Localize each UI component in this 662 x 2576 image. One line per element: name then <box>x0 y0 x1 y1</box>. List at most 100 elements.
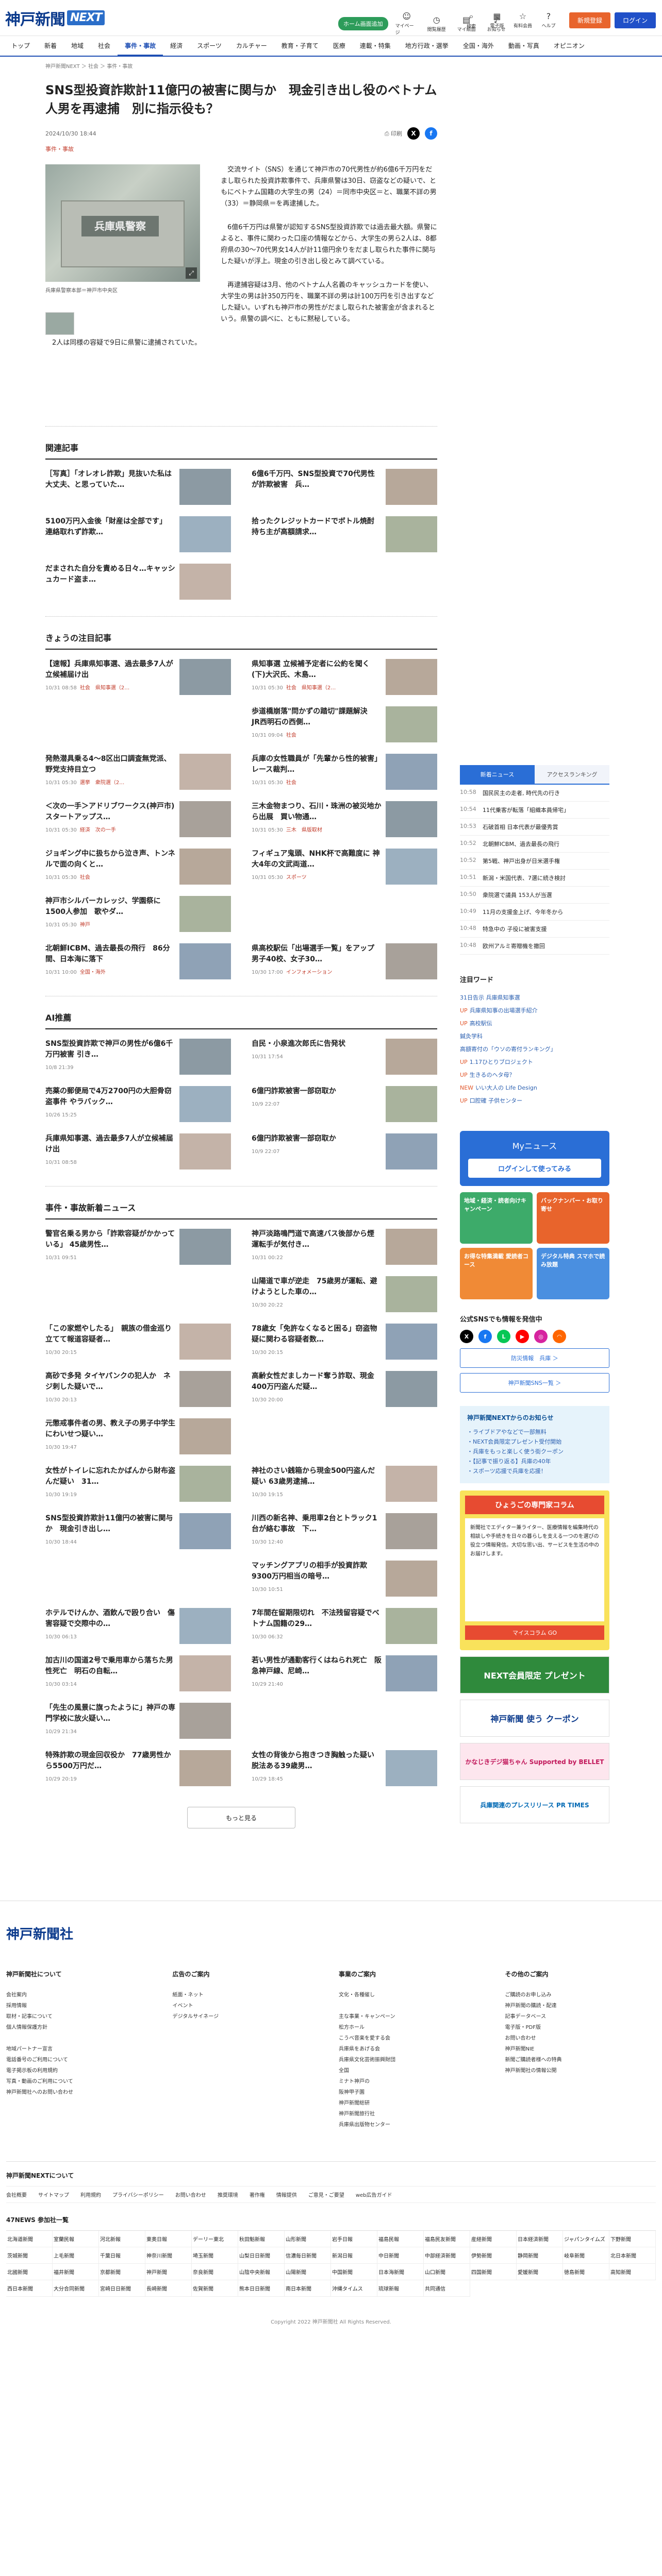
news-title[interactable]: 若い男性が通勤客行くはねられ死亡 阪急神戸線、尼崎… 10/29 21:40 <box>252 1655 382 1693</box>
news-item[interactable]: 三木金物まつり、石川・珠洲の被災地から出展 買い物通… 10/31 05:30 三木… <box>252 801 437 839</box>
footer-link[interactable]: 電話番号のご利用について <box>6 2055 157 2065</box>
photo-image[interactable]: 兵庫県警察 ⤢ <box>45 164 200 282</box>
keyword-item[interactable]: NEW いい大人の Life Design <box>460 1081 609 1094</box>
footer-link[interactable]: 神戸新聞NIE <box>505 2044 656 2055</box>
nav-item[interactable]: 地域 <box>64 36 91 56</box>
news-thumbnail[interactable] <box>386 801 437 837</box>
footer-link[interactable]: 神戸新聞社へのお問い合わせ <box>6 2087 157 2098</box>
news-item[interactable]: 高齢女性だましカード奪う詐取、現金400万円盗んだ疑… 10/30 20:00 <box>252 1371 437 1409</box>
news-thumbnail[interactable] <box>386 1324 437 1360</box>
tile-backnumber[interactable]: バックナンバー・お取り寄せ <box>537 1192 609 1244</box>
footer-link[interactable]: 兵庫県出版物センター <box>339 2120 490 2130</box>
news-thumbnail[interactable] <box>179 1039 231 1075</box>
news47-link[interactable]: 京都新聞 <box>99 2264 145 2280</box>
footer-nav-link[interactable]: お問い合わせ <box>175 2191 206 2198</box>
footer-link[interactable]: 電子版・PDF版 <box>505 2022 656 2033</box>
news-title[interactable]: 県高校駅伝「出場選手一覧」をアップ 男子40校、女子30… 10/30 17:00… <box>252 943 382 981</box>
nav-item[interactable]: 教育・子育て <box>274 36 326 56</box>
news-thumbnail[interactable] <box>386 659 437 695</box>
news-item[interactable]: 5100万円入金後「財産は全部です」 連絡取れず詐欺… <box>45 516 231 554</box>
news47-link[interactable]: 静岡新聞 <box>517 2247 563 2264</box>
news47-link[interactable]: 中部経済新聞 <box>424 2247 470 2264</box>
footer-link[interactable]: 紙面・ネット <box>173 1990 324 2001</box>
footer-nav-link[interactable]: 利用規約 <box>80 2191 101 2198</box>
news-title[interactable]: 神戸淡路鳴門道で高速バス後部から煙 運転手が気付き… 10/31 00:22 <box>252 1229 382 1267</box>
news-item[interactable] <box>45 706 231 744</box>
news-thumbnail[interactable] <box>386 1229 437 1265</box>
news-thumbnail[interactable] <box>179 943 231 979</box>
news47-link[interactable]: 高知新聞 <box>609 2264 656 2280</box>
news47-link[interactable]: 山形新聞 <box>285 2231 331 2247</box>
news47-link[interactable]: 室蘭民報 <box>53 2231 99 2247</box>
news-item[interactable] <box>252 1418 437 1456</box>
news-thumbnail[interactable] <box>386 1561 437 1597</box>
news47-link[interactable]: 河北新報 <box>99 2231 145 2247</box>
news-item[interactable]: SNS型投資詐欺計11億円の被害に関与か 現金引き出し… 10/30 18:44 <box>45 1513 231 1551</box>
news-item[interactable]: 【速報】兵庫県知事選、過去最多7人が立候補届け出 10/31 08:58 社会 県知… <box>45 659 231 697</box>
news-tag[interactable]: 社会 <box>286 733 296 738</box>
nav-item[interactable]: スポーツ <box>190 36 229 56</box>
news47-link[interactable]: 秋田魁新報 <box>238 2231 285 2247</box>
news47-link[interactable]: ジャパンタイムズ <box>563 2231 609 2247</box>
news-thumbnail[interactable] <box>386 849 437 885</box>
signup-button[interactable]: 新規登録 <box>569 12 610 28</box>
news-title[interactable]: だまされた自分を責める日々…キャッシュカード盗ま… <box>45 564 175 602</box>
news47-link[interactable]: 中国新聞 <box>331 2264 377 2280</box>
news-thumbnail[interactable] <box>179 1466 231 1502</box>
news-thumbnail[interactable] <box>386 1039 437 1075</box>
news-thumbnail[interactable] <box>386 706 437 742</box>
news-item[interactable]: 県知事選 立候補予定者に公約を聞く(下)大沢氏、木島… 10/31 05:30 社会… <box>252 659 437 697</box>
news-thumbnail[interactable] <box>386 1133 437 1170</box>
news-thumbnail[interactable] <box>179 1418 231 1454</box>
footer-nav-link[interactable]: 会社概要 <box>6 2191 27 2198</box>
news-thumbnail[interactable] <box>386 1276 437 1312</box>
footer-link[interactable]: イベント <box>173 2001 324 2011</box>
news47-link[interactable]: 埼玉新聞 <box>192 2247 238 2264</box>
news-item[interactable] <box>45 1276 231 1314</box>
news-item[interactable] <box>45 1561 231 1599</box>
news-title[interactable]: ホテルでけんか、酒飲んで殴り合い 傷害容疑で交際中の… 10/30 06:13 <box>45 1608 175 1646</box>
bousai-button[interactable]: 防災情報 兵庫 ＞ <box>460 1348 609 1368</box>
news-thumbnail[interactable] <box>386 1608 437 1644</box>
news-title[interactable]: 加古川の国道2号で乗用車から落ちた男性死亡 明石の自転… 10/30 03:14 <box>45 1655 175 1693</box>
news-item[interactable]: 「先生の風景に旗ったように」神戸の専門学校に放火疑い… 10/29 21:34 <box>45 1703 231 1741</box>
news-item[interactable]: 歩道橋崩落"問かずの踏切"課題解決 JR西明石の西側… 10/31 09:04 社会 <box>252 706 437 744</box>
footer-link[interactable]: デジタルサイネージ <box>173 2011 324 2022</box>
news47-link[interactable]: 北日本新聞 <box>609 2247 656 2264</box>
footer-nav-link[interactable]: web広告ガイド <box>356 2191 392 2198</box>
news47-link[interactable]: 北國新聞 <box>6 2264 53 2280</box>
footer-nav-link[interactable]: 著作権 <box>250 2191 265 2198</box>
nav-item[interactable]: 経済 <box>163 36 190 56</box>
news47-link[interactable]: 沖縄タイムス <box>331 2280 377 2297</box>
news-thumbnail[interactable] <box>179 1750 231 1786</box>
news-item[interactable]: ＜次の一手＞アドリブワークス(神戸市)スタートアップス… 10/31 05:30 経… <box>45 801 231 839</box>
latest-item[interactable]: 10:48 特急中の 子役に被害支援 <box>460 921 609 938</box>
news-item[interactable]: 6億円詐欺被害一部窃取か 10/9 22:07 <box>252 1133 437 1172</box>
footer-nav-link[interactable]: 推奨環境 <box>218 2191 238 2198</box>
news-item[interactable]: 加古川の国道2号で乗用車から落ちた男性死亡 明石の自転… 10/30 03:14 <box>45 1655 231 1693</box>
news-thumbnail[interactable] <box>386 1655 437 1691</box>
x-share-icon[interactable]: X <box>407 127 420 140</box>
news-thumbnail[interactable] <box>386 1750 437 1786</box>
footer-nav-link[interactable]: ご意見・ご要望 <box>308 2191 344 2198</box>
news-item[interactable]: ［写真］「オレオレ詐欺」見抜いた私は大丈夫、と思っていた… <box>45 469 231 507</box>
present-banner[interactable]: NEXT会員限定 プレゼント <box>460 1656 609 1693</box>
news-title[interactable]: 6億円詐欺被害一部窃取か 10/9 22:07 <box>252 1133 382 1172</box>
footer-nav-link[interactable]: プライバシーポリシー <box>112 2191 164 2198</box>
news-title[interactable]: 女性の背後から抱きつき胸触った疑い 脱法ある39歳男… 10/29 18:45 <box>252 1750 382 1788</box>
news47-link[interactable]: 佐賀新聞 <box>192 2280 238 2297</box>
prtimes-banner[interactable]: 兵庫関連のプレスリリース PR TIMES <box>460 1786 609 1823</box>
tile-digital[interactable]: デジタル特典 スマホで読み放題 <box>537 1248 609 1299</box>
news-tag[interactable]: 社会 <box>80 875 90 880</box>
print-button[interactable]: ⎙ 印刷 <box>385 129 402 138</box>
news-item[interactable]: 県高校駅伝「出場選手一覧」をアップ 男子40校、女子30… 10/30 17:00… <box>252 943 437 981</box>
coupon-banner[interactable]: 神戸新聞 使う クーポン <box>460 1700 609 1737</box>
latest-item[interactable]: 10:54 11代乗客が転落「組織本員帰宅」 <box>460 802 609 819</box>
footer-link[interactable]: 会社案内 <box>6 1990 157 2001</box>
search-link[interactable]: ⌕ 検索 <box>460 11 483 29</box>
footer-link[interactable]: こうべ音楽を愛する会 <box>339 2033 490 2044</box>
footer-link[interactable]: 地域パートナー宣言 <box>6 2044 157 2055</box>
more-button[interactable]: もっと見る <box>187 1807 295 1828</box>
news-title[interactable]: 5100万円入金後「財産は全部です」 連絡取れず詐欺… <box>45 516 175 554</box>
news-title[interactable]: ［写真］「オレオレ詐欺」見抜いた私は大丈夫、と思っていた… <box>45 469 175 507</box>
